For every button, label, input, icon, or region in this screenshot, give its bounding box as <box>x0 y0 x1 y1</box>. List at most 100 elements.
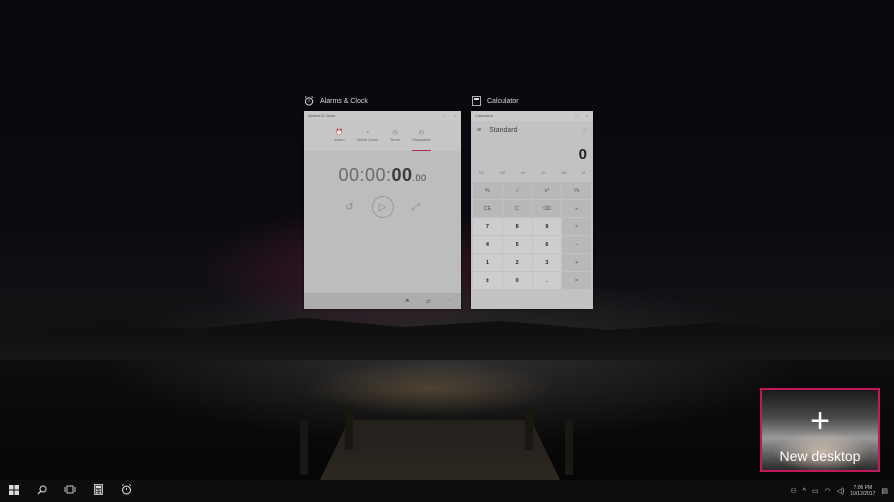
alarms-titlebar: Alarms & Clock – □ × <box>304 111 461 121</box>
alarms-inner-title: Alarms & Clock <box>308 113 336 118</box>
play-icon: ▷ <box>378 201 387 213</box>
maximize-icon: □ <box>575 113 578 118</box>
tab-alarm[interactable]: ⏰ Alarm <box>334 129 344 151</box>
timer-icon: ◷ <box>392 130 398 136</box>
search-icon <box>37 485 47 498</box>
calculator-icon <box>471 96 481 106</box>
calculator-keypad: % √ x² ¹⁄x CE C ⌫ ÷ 7 8 9 × 4 5 6 − 1 2 … <box>471 182 593 289</box>
lap-icon[interactable]: ⚑ <box>405 298 410 305</box>
minimize-icon: – <box>565 113 568 118</box>
pier-post <box>565 420 573 475</box>
tab-timer[interactable]: ◷ Timer <box>390 129 400 151</box>
memory-button[interactable]: M <box>582 171 585 179</box>
memory-button[interactable]: MC <box>479 171 484 179</box>
calc-key[interactable]: √ <box>502 182 532 199</box>
calc-key[interactable]: = <box>562 272 591 289</box>
calculator-display: 0 <box>578 146 587 163</box>
clock-date: 10/12/2017 <box>850 491 876 497</box>
memory-row: MC MR M+ M- MS M <box>471 171 593 179</box>
calculator-window-header[interactable]: Calculator <box>471 94 519 108</box>
stopwatch-icon: ◴ <box>418 130 425 136</box>
more-icon[interactable]: ··· <box>447 298 453 304</box>
calc-key[interactable]: 5 <box>502 236 532 253</box>
new-desktop-button[interactable]: + New desktop <box>760 388 880 472</box>
taskbar-alarms-clock[interactable] <box>112 480 140 502</box>
calculator-titlebar: Calculator – □ × <box>471 111 593 121</box>
calc-key[interactable]: 6 <box>532 236 562 253</box>
network-icon[interactable]: ◠ <box>825 487 831 495</box>
calculator-header: ≡ Standard ◷ <box>471 121 593 134</box>
calculator-window-thumbnail[interactable]: Calculator – □ × ≡ Standard ◷ 0 MC MR M+ M… <box>471 111 593 309</box>
task-view-button[interactable] <box>56 480 84 502</box>
pier-post <box>525 405 533 450</box>
pier-post <box>345 405 353 450</box>
share-icon[interactable]: ⇄ <box>426 298 431 305</box>
alarms-bottom-bar: ⚑ ⇄ ··· <box>304 293 461 309</box>
windows-logo-icon <box>9 484 19 498</box>
play-button[interactable]: ▷ <box>371 196 394 218</box>
calc-key[interactable]: 8 <box>502 218 532 235</box>
people-icon[interactable]: ⚇ <box>790 487 796 495</box>
system-tray: ⚇ ^ ▭ ◠ ◁) 7:06 PM 10/12/2017 ▤ <box>790 485 894 497</box>
history-icon[interactable]: ◷ <box>582 127 587 134</box>
show-hidden-icons-icon[interactable]: ^ <box>803 488 806 495</box>
plus-icon: + <box>810 402 830 440</box>
calc-key[interactable]: × <box>562 218 591 235</box>
calc-key[interactable]: C <box>502 200 532 217</box>
calc-key[interactable]: 7 <box>473 218 502 235</box>
calc-key[interactable]: ¹⁄x <box>562 182 591 199</box>
alarms-tabs: ⏰ Alarm ◔ World Clock ◷ Timer ◴ Stopwatch <box>304 121 461 151</box>
calc-key[interactable]: x² <box>532 182 562 199</box>
new-desktop-label: New desktop <box>779 448 861 464</box>
alarms-window-title: Alarms & Clock <box>320 97 368 105</box>
pier-post <box>300 420 308 475</box>
calc-key[interactable]: % <box>473 182 502 199</box>
memory-button[interactable]: M+ <box>521 171 526 179</box>
task-view-icon <box>64 485 76 497</box>
wallpaper-pier <box>320 420 560 480</box>
alarms-window-thumbnail[interactable]: Alarms & Clock – □ × ⏰ Alarm ◔ World Clock ◷… <box>304 111 461 309</box>
alarm-clock-icon <box>304 96 314 106</box>
calc-key[interactable]: ⌫ <box>532 200 562 217</box>
calc-key[interactable]: 1 <box>473 254 502 271</box>
calc-key[interactable]: + <box>562 254 591 271</box>
calc-key[interactable]: 0 <box>502 272 532 289</box>
calc-key[interactable]: 2 <box>502 254 532 271</box>
minimize-icon: – <box>433 113 436 118</box>
taskbar-calculator[interactable] <box>84 480 112 502</box>
alarm-clock-icon <box>121 484 132 498</box>
calc-key[interactable]: 4 <box>473 236 502 253</box>
wallpaper-mountains <box>0 318 894 360</box>
calculator-window-title: Calculator <box>487 97 519 105</box>
calc-key[interactable]: 3 <box>532 254 562 271</box>
reset-icon[interactable]: ↺ <box>345 202 353 213</box>
alarms-window-header[interactable]: Alarms & Clock <box>304 94 368 108</box>
tab-world-clock[interactable]: ◔ World Clock <box>357 129 379 151</box>
calc-key[interactable]: ± <box>473 272 502 289</box>
alarm-icon: ⏰ <box>335 130 344 136</box>
calc-key[interactable]: − <box>562 236 591 253</box>
battery-icon[interactable]: ▭ <box>812 487 819 495</box>
calc-key[interactable]: CE <box>473 200 502 217</box>
tab-stopwatch[interactable]: ◴ Stopwatch <box>412 129 431 151</box>
calc-key[interactable]: 9 <box>532 218 562 235</box>
search-button[interactable] <box>28 480 56 502</box>
calc-key[interactable]: ÷ <box>562 200 591 217</box>
expand-icon[interactable]: ⤢ <box>412 202 420 213</box>
taskbar-clock[interactable]: 7:06 PM 10/12/2017 <box>850 485 875 497</box>
action-center-icon[interactable]: ▤ <box>881 487 888 495</box>
stopwatch-controls: ↺ ▷ ⤢ <box>304 196 461 218</box>
stopwatch-readout: 00:00:00.00 <box>338 165 427 185</box>
volume-icon[interactable]: ◁) <box>837 487 845 495</box>
calculator-inner-title: Calculator <box>475 113 494 118</box>
hamburger-menu-icon[interactable]: ≡ <box>477 127 481 134</box>
calculator-mode: Standard <box>489 127 518 134</box>
close-icon: × <box>453 113 456 118</box>
close-icon: × <box>585 113 588 118</box>
start-button[interactable] <box>0 480 28 502</box>
memory-button[interactable]: MR <box>500 171 505 179</box>
memory-button[interactable]: M- <box>542 171 546 179</box>
calc-key[interactable]: . <box>532 272 562 289</box>
memory-button[interactable]: MS <box>561 171 566 179</box>
calculator-icon <box>93 484 103 498</box>
